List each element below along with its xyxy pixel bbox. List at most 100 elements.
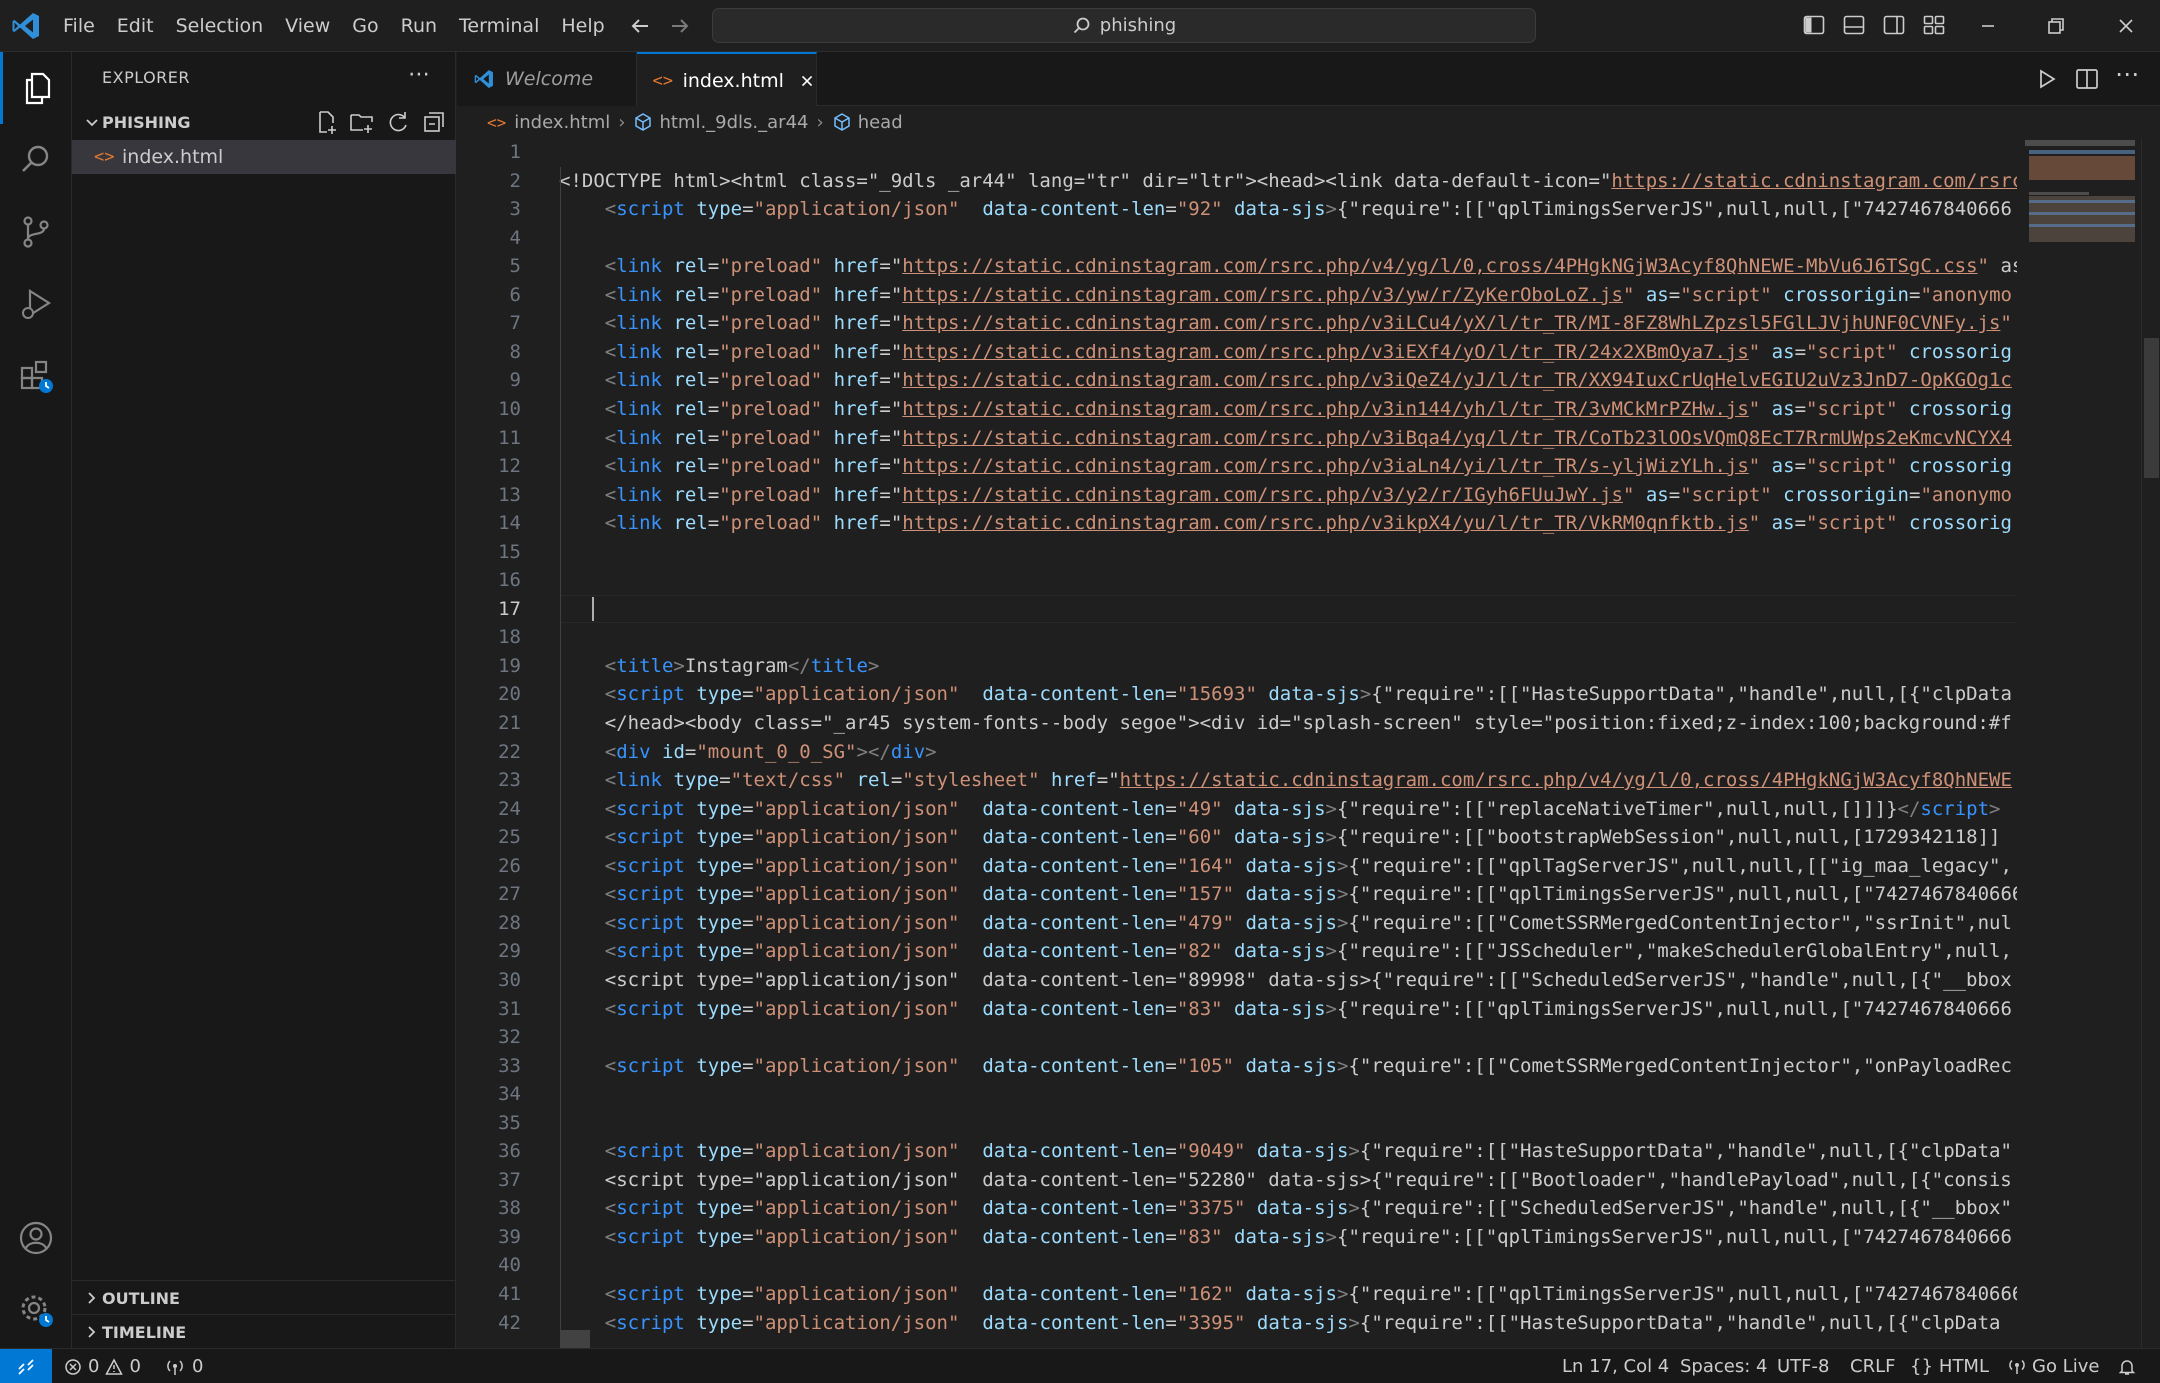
code-token: "application/json" (753, 1311, 960, 1334)
tab-index-html[interactable]: <> index.html (637, 52, 817, 107)
horizontal-scrollbar-thumb[interactable] (560, 1330, 590, 1348)
minimize-icon[interactable] (1974, 12, 2002, 40)
cursor-position[interactable]: Ln 17, Col 4 (1562, 1349, 1669, 1383)
problems-indicator[interactable]: 0 0 (64, 1349, 141, 1383)
file-tree-item-index-html[interactable]: <> index.html (72, 140, 456, 174)
breadcrumb-file[interactable]: index.html (514, 112, 610, 133)
code-token: as (1645, 483, 1669, 506)
go-live-button[interactable]: Go Live (2008, 1349, 2099, 1383)
code-token: = (707, 369, 720, 392)
search-activity[interactable] (0, 124, 72, 196)
more-actions-icon[interactable]: ⋯ (2115, 60, 2143, 88)
outline-section[interactable]: OUTLINE (72, 1280, 456, 1314)
manage-activity[interactable] (0, 1274, 72, 1346)
collapse-all-icon[interactable] (420, 108, 448, 136)
refresh-icon[interactable] (384, 108, 412, 136)
code-token: "preload" (719, 255, 823, 278)
close-window-icon[interactable] (2112, 12, 2140, 40)
remote-indicator[interactable] (0, 1349, 52, 1383)
tab-label: index.html (682, 69, 784, 92)
source-control-activity[interactable] (0, 196, 72, 268)
notifications[interactable] (2118, 1349, 2136, 1383)
code-token: = (890, 769, 903, 792)
code-token: Instagram (684, 654, 788, 677)
end-of-line[interactable]: CRLF (1850, 1349, 1895, 1383)
code-token: < (604, 769, 617, 792)
vertical-scrollbar[interactable] (2141, 138, 2160, 1348)
code-token: link (616, 283, 662, 306)
code-token: type (696, 826, 743, 849)
code-token: "preload" (719, 369, 823, 392)
code-token: data-sjs (1256, 1140, 1349, 1163)
code-token: crossorig (1908, 340, 2012, 363)
scrollbar-thumb[interactable] (2144, 338, 2159, 478)
minimap[interactable] (2017, 138, 2141, 1348)
forward-arrow-icon[interactable] (666, 12, 694, 40)
code-editor[interactable]: 1 2 <!DOCTYPE html><html class="_9dls _ar4… (457, 138, 2017, 1348)
restore-icon[interactable] (2042, 12, 2070, 40)
code-token: data-sjs (1234, 997, 1326, 1020)
code-token: < (604, 654, 617, 677)
line-number: 5 (509, 255, 521, 278)
menu-file[interactable]: File (52, 8, 106, 44)
code-token: "application/json" (753, 911, 960, 934)
language-mode[interactable]: {} HTML (1910, 1349, 1989, 1383)
customize-layout-icon[interactable] (1922, 13, 1946, 37)
code-token: = (742, 940, 754, 963)
code-token: "157" (1176, 883, 1235, 906)
command-center-text: phishing (1099, 15, 1177, 36)
run-and-debug-activity[interactable] (0, 268, 72, 340)
explorer-activity[interactable] (0, 52, 72, 124)
breadcrumb-head[interactable]: head (858, 112, 903, 133)
code-token: > (1336, 883, 1349, 906)
split-editor-icon[interactable] (2073, 65, 2101, 93)
indentation[interactable]: Spaces: 4 (1680, 1349, 1767, 1383)
toggle-panel-icon[interactable] (1842, 13, 1866, 37)
menu-edit[interactable]: Edit (106, 8, 165, 44)
tab-welcome[interactable]: Welcome (457, 52, 637, 106)
code-token: > (1325, 826, 1337, 849)
line-number: 18 (498, 626, 521, 649)
extensions-activity[interactable] (0, 340, 72, 412)
menu-view[interactable]: View (274, 8, 341, 44)
line-number: 11 (498, 426, 521, 449)
toggle-primary-sidebar-icon[interactable] (1802, 13, 1826, 37)
command-center-search[interactable]: phishing (712, 8, 1536, 43)
menu-help[interactable]: Help (550, 8, 615, 44)
breadcrumb-element[interactable]: html._9dls._ar44 (659, 112, 808, 133)
timeline-section[interactable]: TIMELINE (72, 1314, 456, 1348)
menu-go[interactable]: Go (341, 8, 389, 44)
run-icon[interactable] (2033, 65, 2061, 93)
code-line: <link rel="preload" href="https://static… (559, 424, 2012, 452)
code-token: data-sjs (1234, 198, 1326, 221)
accounts-activity[interactable] (0, 1202, 72, 1274)
line-number: 15 (498, 540, 521, 563)
encoding[interactable]: UTF-8 (1777, 1349, 1829, 1383)
back-arrow-icon[interactable] (626, 12, 654, 40)
menu-selection[interactable]: Selection (165, 8, 275, 44)
menu-terminal[interactable]: Terminal (448, 8, 550, 44)
more-actions-icon[interactable]: ⋯ (408, 62, 430, 87)
new-folder-icon[interactable] (348, 108, 376, 136)
ports-indicator[interactable]: 0 (164, 1349, 203, 1383)
menu-run[interactable]: Run (390, 8, 448, 44)
toggle-secondary-sidebar-icon[interactable] (1882, 13, 1906, 37)
new-file-icon[interactable] (312, 108, 340, 136)
code-token: " (1622, 483, 1635, 506)
close-icon[interactable] (798, 71, 816, 91)
code-token: =" (879, 397, 903, 420)
code-token: crossorigin (1783, 283, 1909, 306)
